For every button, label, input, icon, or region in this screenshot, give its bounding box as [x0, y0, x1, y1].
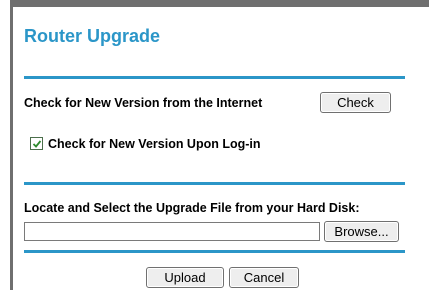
cancel-button[interactable]: Cancel: [229, 267, 299, 288]
login-check-checkbox[interactable]: [30, 137, 43, 150]
window-left-border: [10, 0, 13, 290]
window-top-border: [10, 0, 429, 7]
section-divider-middle: [24, 182, 405, 185]
browse-button[interactable]: Browse...: [324, 221, 399, 242]
upgrade-file-path-field[interactable]: [24, 222, 320, 241]
login-check-label: Check for New Version Upon Log-in: [48, 137, 261, 151]
check-button[interactable]: Check: [320, 92, 391, 113]
page-title: Router Upgrade: [24, 26, 161, 46]
upgrade-file-label: Locate and Select the Upgrade File from …: [24, 201, 360, 215]
section-divider-bottom: [24, 250, 405, 253]
section-divider-top: [24, 76, 405, 79]
checkmark-icon: [32, 140, 42, 148]
check-internet-label: Check for New Version from the Internet: [24, 96, 263, 110]
upload-button[interactable]: Upload: [146, 267, 224, 288]
